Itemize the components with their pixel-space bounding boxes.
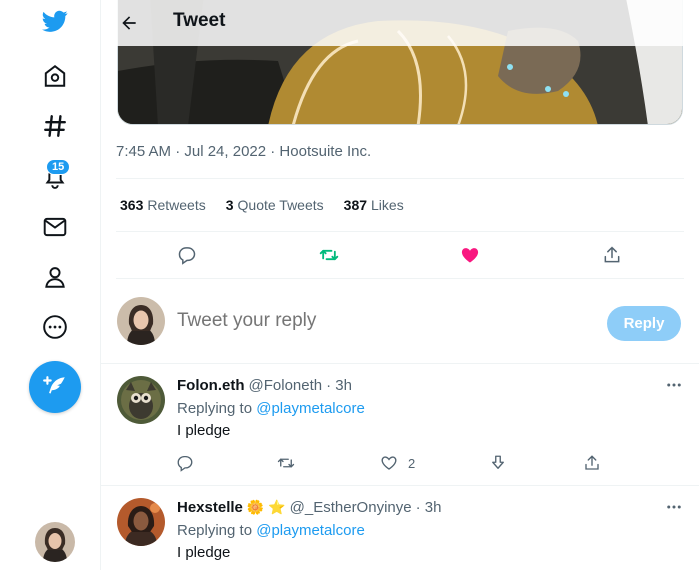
divider xyxy=(116,178,684,179)
explore-hashtag-icon[interactable] xyxy=(36,107,74,145)
reply-button[interactable] xyxy=(176,453,194,473)
page-title: Tweet xyxy=(173,10,226,31)
heart-outline-icon xyxy=(381,456,397,470)
retweet-button[interactable] xyxy=(316,242,342,268)
like-button[interactable] xyxy=(457,242,483,268)
profile-icon[interactable] xyxy=(36,258,74,296)
replying-to: Replying to @playmetalcore xyxy=(177,400,365,417)
reply-header: Folon.eth @Foloneth · 3h xyxy=(177,377,352,394)
like-button[interactable]: 2 xyxy=(380,453,415,473)
reply-time[interactable]: · 3h xyxy=(416,499,442,516)
retweet-icon xyxy=(319,249,339,261)
account-avatar[interactable] xyxy=(35,522,75,562)
reply-time[interactable]: · 3h xyxy=(326,377,352,394)
share-button[interactable] xyxy=(583,453,601,473)
reply-submit-button[interactable]: Reply xyxy=(607,306,681,341)
tweet-detail-column: Tweet 7:45 AM · Jul 24, 2022 · Hootsuite… xyxy=(100,0,699,570)
mention-link[interactable]: @playmetalcore xyxy=(256,400,365,417)
download-arrow-icon xyxy=(492,455,504,469)
mention-link[interactable]: @playmetalcore xyxy=(256,522,365,539)
reply-button[interactable] xyxy=(174,242,200,268)
retweet-icon xyxy=(277,458,295,468)
tweet-stats: 363 Retweets 3 Quote Tweets 387 Likes xyxy=(120,197,404,213)
like-count: 2 xyxy=(408,455,416,471)
reply-bubble-icon xyxy=(178,247,196,265)
heart-filled-icon xyxy=(461,248,479,263)
notifications-count-badge: 15 xyxy=(46,159,71,175)
twitter-logo-icon[interactable] xyxy=(36,2,74,40)
avatar[interactable] xyxy=(117,498,165,546)
left-sidebar: 15 xyxy=(0,0,100,570)
tip-button[interactable] xyxy=(489,453,507,473)
reply-tweet[interactable]: Folon.eth @Foloneth · 3h Replying to @pl… xyxy=(101,364,699,485)
tweet-timestamp-source[interactable]: 7:45 AM · Jul 24, 2022 · Hootsuite Inc. xyxy=(116,143,371,160)
name-emoji: 🌼 ⭐ xyxy=(246,499,286,515)
reply-header: Hexstelle 🌼 ⭐ @_EstherOnyinye · 3h xyxy=(177,499,441,516)
replying-to: Replying to @playmetalcore xyxy=(177,522,365,539)
messages-mail-icon[interactable] xyxy=(36,208,74,246)
user-avatar[interactable] xyxy=(117,297,165,345)
arrow-left-icon xyxy=(122,16,136,30)
quote-tweets-stat[interactable]: 3 Quote Tweets xyxy=(226,197,324,213)
more-options-button[interactable] xyxy=(663,497,685,517)
share-upload-icon xyxy=(585,455,599,470)
reply-text: I pledge xyxy=(177,544,231,561)
user-handle[interactable]: @_EstherOnyinye xyxy=(290,499,412,516)
reply-bubble-icon xyxy=(177,455,193,472)
display-name[interactable]: Hexstelle xyxy=(177,499,243,516)
retweet-button[interactable] xyxy=(277,453,295,473)
more-icon[interactable] xyxy=(36,308,74,346)
compose-tweet-button[interactable] xyxy=(29,361,81,413)
back-button[interactable] xyxy=(115,9,143,37)
top-header: Tweet xyxy=(101,0,699,46)
share-button[interactable] xyxy=(599,242,625,268)
more-dots-icon xyxy=(667,383,681,387)
more-dots-icon xyxy=(667,505,681,509)
divider xyxy=(116,278,684,279)
divider xyxy=(116,231,684,232)
more-options-button[interactable] xyxy=(663,375,685,395)
home-icon[interactable] xyxy=(36,57,74,95)
reply-text-input[interactable] xyxy=(177,310,477,332)
share-upload-icon xyxy=(604,246,620,263)
likes-stat[interactable]: 387 Likes xyxy=(344,197,404,213)
user-handle[interactable]: @Foloneth xyxy=(249,377,323,394)
compose-tweet-icon xyxy=(43,376,65,394)
retweets-stat[interactable]: 363 Retweets xyxy=(120,197,206,213)
reply-text: I pledge xyxy=(177,422,231,439)
avatar[interactable] xyxy=(117,376,165,424)
display-name[interactable]: Folon.eth xyxy=(177,377,245,394)
reply-tweet[interactable]: Hexstelle 🌼 ⭐ @_EstherOnyinye · 3h Reply… xyxy=(101,486,699,570)
